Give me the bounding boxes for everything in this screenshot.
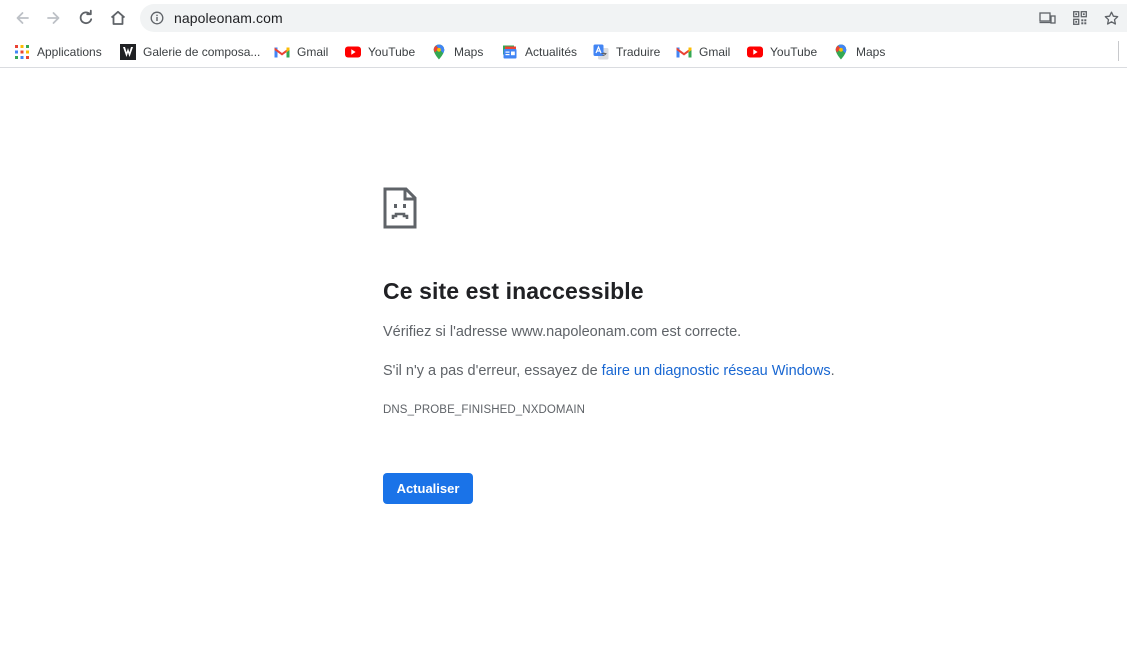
youtube-icon (747, 44, 763, 60)
bookmark-label: Gmail (297, 45, 328, 59)
url-text[interactable]: napoleonam.com (174, 10, 283, 26)
error-address-hint: Vérifiez si l'adresse www.napoleonam.com… (383, 324, 741, 340)
error-diagnostic-hint: S'il n'y a pas d'erreur, essayez de fair… (383, 363, 835, 379)
bookmark-gmail[interactable]: Gmail (274, 40, 328, 64)
cast-devices-icon (1039, 11, 1056, 25)
bookmarks-divider (1118, 41, 1119, 61)
bookmark-label: Gmail (699, 45, 730, 59)
galerie-logo-icon (120, 44, 136, 60)
bookmark-traduire[interactable]: Traduire (593, 40, 660, 64)
news-icon (502, 44, 518, 60)
bookmark-label: Traduire (616, 45, 660, 59)
youtube-icon (345, 44, 361, 60)
gmail-icon (274, 44, 290, 60)
bookmark-applications[interactable]: Applications (14, 40, 102, 64)
diagnostic-suffix: . (831, 363, 835, 379)
error-title: Ce site est inaccessible (383, 278, 644, 305)
qr-code-button[interactable] (1071, 10, 1089, 26)
bookmark-label: Applications (37, 45, 102, 59)
gmail-icon (676, 44, 692, 60)
back-button[interactable] (9, 5, 35, 31)
bookmark-youtube-2[interactable]: YouTube (747, 40, 817, 64)
reload-page-button[interactable]: Actualiser (383, 473, 473, 504)
bookmark-label: Galerie de composa... (143, 45, 260, 59)
network-diagnostic-link[interactable]: faire un diagnostic réseau Windows (602, 363, 831, 379)
reload-icon (77, 9, 95, 27)
bookmark-label: Maps (454, 45, 483, 59)
home-button[interactable] (105, 5, 131, 31)
bookmark-label: Maps (856, 45, 885, 59)
bookmark-label: YouTube (368, 45, 415, 59)
bookmark-actualites[interactable]: Actualités (502, 40, 577, 64)
arrow-right-icon (45, 9, 63, 27)
bookmark-label: Actualités (525, 45, 577, 59)
bookmark-maps-2[interactable]: Maps (833, 40, 885, 64)
diagnostic-prefix: S'il n'y a pas d'erreur, essayez de (383, 363, 602, 379)
info-circle-icon[interactable] (150, 11, 164, 25)
forward-button[interactable] (41, 5, 67, 31)
reload-button[interactable] (73, 5, 99, 31)
translate-icon (593, 44, 609, 60)
bookmark-gmail-2[interactable]: Gmail (676, 40, 730, 64)
bookmark-label: YouTube (770, 45, 817, 59)
error-code: DNS_PROBE_FINISHED_NXDOMAIN (383, 404, 585, 416)
address-bar[interactable]: napoleonam.com (140, 4, 1127, 32)
cast-button[interactable] (1038, 10, 1056, 26)
arrow-left-icon (13, 9, 31, 27)
sad-page-icon (383, 187, 417, 229)
apps-grid-icon (14, 44, 30, 60)
star-outline-icon (1104, 11, 1119, 26)
maps-pin-icon (431, 44, 447, 60)
bookmark-star-button[interactable] (1102, 10, 1120, 26)
bookmark-youtube[interactable]: YouTube (345, 40, 415, 64)
browser-toolbar: napoleonam.com (0, 0, 1127, 36)
bookmarks-bar: Applications Galerie de composa... Gmail… (0, 36, 1127, 68)
bookmark-galerie[interactable]: Galerie de composa... (120, 40, 260, 64)
home-icon (109, 9, 127, 27)
qr-code-icon (1073, 11, 1087, 25)
bookmark-maps[interactable]: Maps (431, 40, 483, 64)
maps-pin-icon (833, 44, 849, 60)
